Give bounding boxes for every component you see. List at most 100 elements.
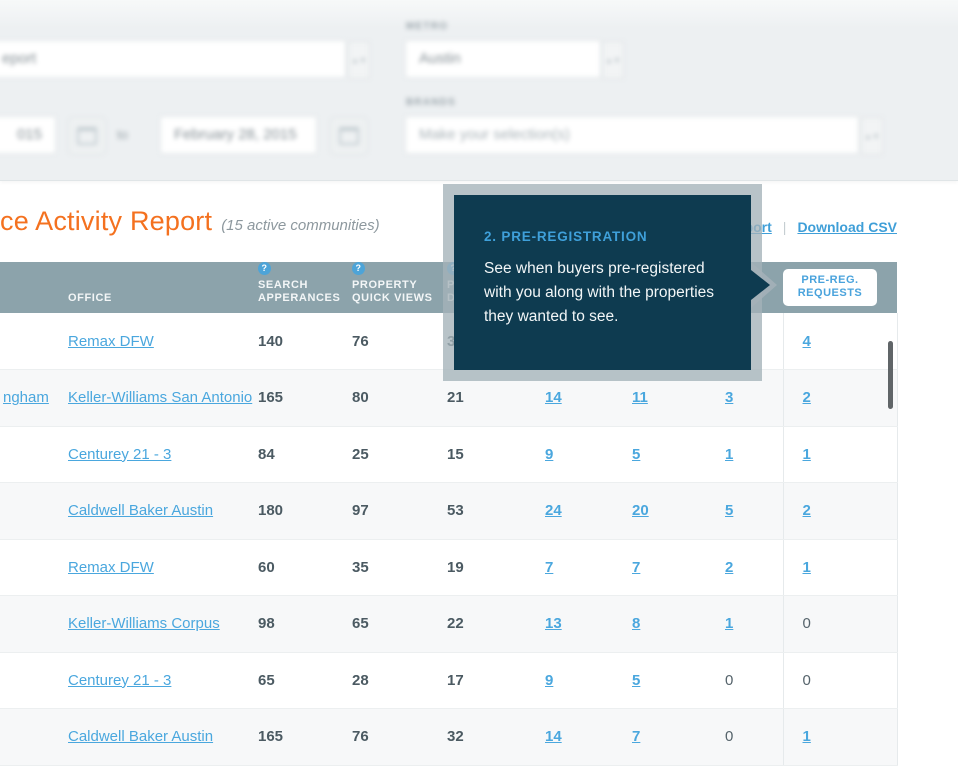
metric-cell: 20 (629, 483, 722, 540)
prereg-link[interactable]: 4 (803, 333, 811, 350)
prereg-link[interactable]: 2 (803, 502, 811, 519)
calendar-to-button[interactable] (330, 117, 368, 155)
office-cell: Centurey 21 - 3 (65, 652, 255, 709)
office-cell: Remax DFW (65, 313, 255, 370)
office-link[interactable]: Remax DFW (68, 559, 154, 576)
help-icon[interactable]: ? (258, 262, 271, 275)
prereg-value: 0 (803, 672, 811, 689)
metric-link[interactable]: 1 (725, 615, 733, 632)
brands-multiselect[interactable]: Make your selection(s) (405, 116, 859, 154)
office-link[interactable]: Centurey 21 - 3 (68, 446, 171, 463)
metric-cell: 32 (444, 709, 542, 766)
calendar-from-button[interactable] (68, 117, 106, 155)
metric-link[interactable]: 9 (545, 672, 553, 689)
metric-value: 53 (447, 502, 464, 519)
metric-value: 32 (447, 728, 464, 745)
report-type-select[interactable]: eport (0, 40, 346, 78)
metro-label: METRO (406, 21, 448, 32)
metric-cell: 165 (255, 370, 349, 427)
filter-panel: eport ▲▼ METRO Austin ▲▼ 015 to February… (0, 0, 958, 181)
metric-cell: 80 (349, 370, 444, 427)
prereg-cell: 1 (783, 426, 897, 483)
metric-cell: 0 (722, 709, 783, 766)
metric-link[interactable]: 5 (632, 672, 640, 689)
office-link[interactable]: Remax DFW (68, 333, 154, 350)
metric-cell: 140 (255, 313, 349, 370)
metric-value: 84 (258, 446, 275, 463)
metric-link[interactable]: 24 (545, 502, 562, 519)
metric-cell: 1 (722, 426, 783, 483)
metric-cell: 13 (542, 596, 629, 653)
metric-value: 165 (258, 389, 283, 406)
metro-select-spinner-icon[interactable]: ▲▼ (602, 41, 624, 79)
metric-link[interactable]: 14 (545, 728, 562, 745)
agent-cell-empty (0, 709, 65, 766)
office-link[interactable]: Keller-Williams San Antonio (68, 389, 252, 406)
metric-link[interactable]: 9 (545, 446, 553, 463)
prereg-link[interactable]: 1 (803, 559, 811, 576)
agent-cell-empty (0, 539, 65, 596)
metric-link[interactable]: 7 (545, 559, 553, 576)
prereg-cell: 2 (783, 483, 897, 540)
column-header-search-apperances: ?SEARCH APPERANCES (255, 262, 349, 313)
pre-registration-tooltip: 2. PRE-REGISTRATION See when buyers pre-… (443, 184, 762, 381)
prereg-link[interactable]: 1 (803, 446, 811, 463)
office-link[interactable]: Caldwell Baker Austin (68, 728, 213, 745)
office-link[interactable]: Keller-Williams Corpus (68, 615, 220, 632)
links-divider: | (783, 219, 787, 235)
prereg-link[interactable]: 2 (803, 389, 811, 406)
table-row: Keller-Williams Corpus98652213810 (0, 596, 897, 653)
metric-cell: 65 (349, 596, 444, 653)
brands-select-spinner-icon[interactable]: ▲▼ (861, 117, 883, 155)
metric-cell: 7 (629, 539, 722, 596)
tooltip-box: 2. PRE-REGISTRATION See when buyers pre-… (454, 195, 751, 370)
metric-link[interactable]: 5 (632, 446, 640, 463)
metric-link[interactable]: 2 (725, 559, 733, 576)
metric-link[interactable]: 7 (632, 559, 640, 576)
metric-cell: 9 (542, 652, 629, 709)
metric-cell: 7 (629, 709, 722, 766)
metric-value: 65 (258, 672, 275, 689)
metric-cell: 180 (255, 483, 349, 540)
office-cell: Keller-Williams Corpus (65, 596, 255, 653)
metric-link[interactable]: 14 (545, 389, 562, 406)
office-cell: Keller-Williams San Antonio (65, 370, 255, 427)
agent-cell: ngham (0, 370, 65, 427)
metric-link[interactable]: 1 (725, 446, 733, 463)
download-csv-link[interactable]: Download CSV (797, 219, 897, 235)
metric-value: 28 (352, 672, 369, 689)
metric-cell: 35 (349, 539, 444, 596)
report-select-spinner-icon[interactable]: ▲▼ (348, 41, 370, 79)
page-title: ce Activity Report (0, 206, 212, 236)
metric-cell: 65 (255, 652, 349, 709)
office-link[interactable]: Centurey 21 - 3 (68, 672, 171, 689)
metric-link[interactable]: 11 (632, 389, 648, 406)
office-cell: Caldwell Baker Austin (65, 709, 255, 766)
office-link[interactable]: Caldwell Baker Austin (68, 502, 213, 519)
page-subtitle: (15 active communities) (221, 217, 379, 234)
metric-value: 98 (258, 615, 275, 632)
metric-link[interactable]: 8 (632, 615, 640, 632)
date-from-input[interactable]: 015 (0, 116, 56, 154)
vertical-scrollbar-thumb[interactable] (888, 341, 893, 409)
agent-link[interactable]: ngham (3, 389, 49, 406)
metric-link[interactable]: 3 (725, 389, 733, 406)
metric-cell: 19 (444, 539, 542, 596)
metric-link[interactable]: 7 (632, 728, 640, 745)
metro-select[interactable]: Austin (405, 40, 601, 78)
prereg-cell: 0 (783, 652, 897, 709)
metric-link[interactable]: 20 (632, 502, 649, 519)
prereg-link[interactable]: 1 (803, 728, 811, 745)
office-cell: Caldwell Baker Austin (65, 483, 255, 540)
metric-value: 60 (258, 559, 275, 576)
date-to-input[interactable]: February 28, 2015 (160, 116, 317, 154)
metric-cell: 1 (722, 596, 783, 653)
metric-cell: 5 (629, 652, 722, 709)
metric-link[interactable]: 5 (725, 502, 733, 519)
metric-cell: 5 (722, 483, 783, 540)
prereg-cell: 1 (783, 539, 897, 596)
help-icon[interactable]: ? (352, 262, 365, 275)
metric-value: 65 (352, 615, 369, 632)
calendar-icon (77, 127, 97, 145)
metric-link[interactable]: 13 (545, 615, 562, 632)
